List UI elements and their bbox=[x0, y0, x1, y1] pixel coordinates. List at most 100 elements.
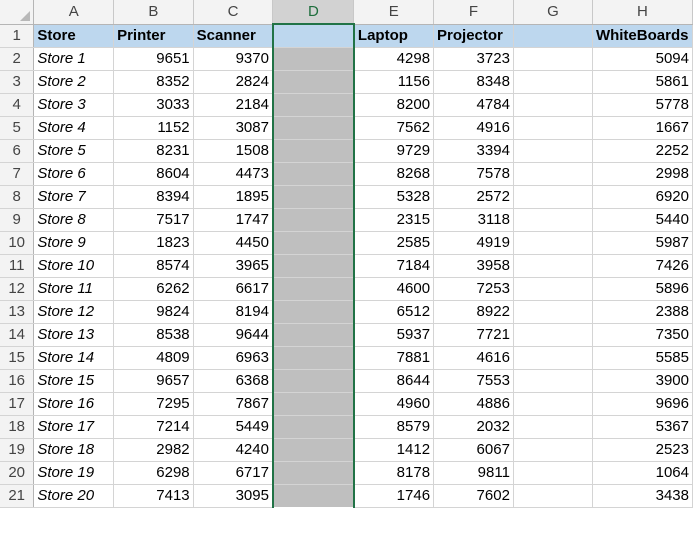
cell-laptop[interactable]: 8268 bbox=[353, 162, 435, 186]
cell-printer[interactable]: 8538 bbox=[113, 323, 194, 347]
cell-whiteboards[interactable]: 5367 bbox=[592, 415, 693, 439]
cell-laptop[interactable]: 6512 bbox=[353, 300, 435, 324]
cell-g[interactable] bbox=[513, 254, 593, 278]
cell-g[interactable] bbox=[513, 139, 593, 163]
cell-scanner[interactable]: 3087 bbox=[193, 116, 274, 140]
cell-laptop[interactable]: 1746 bbox=[353, 484, 435, 508]
cell-laptop[interactable]: 7562 bbox=[353, 116, 435, 140]
cell-whiteboards[interactable]: 5778 bbox=[592, 93, 693, 117]
cell-printer[interactable]: 2982 bbox=[113, 438, 194, 462]
row-header[interactable]: 5 bbox=[0, 116, 35, 140]
header-cell-laptop[interactable]: Laptop bbox=[353, 24, 435, 48]
cell-projector[interactable]: 8922 bbox=[433, 300, 514, 324]
cell-scanner[interactable]: 9370 bbox=[193, 47, 274, 71]
cell-whiteboards[interactable]: 5094 bbox=[592, 47, 693, 71]
cell-g[interactable] bbox=[513, 438, 593, 462]
cell-scanner[interactable]: 9644 bbox=[193, 323, 274, 347]
cell-store[interactable]: Store 3 bbox=[33, 93, 115, 117]
cell-projector[interactable]: 3958 bbox=[433, 254, 514, 278]
cell-store[interactable]: Store 18 bbox=[33, 438, 115, 462]
cell-printer[interactable]: 3033 bbox=[113, 93, 194, 117]
cell-d[interactable] bbox=[271, 277, 355, 301]
cell-store[interactable]: Store 6 bbox=[33, 162, 115, 186]
cell-laptop[interactable]: 4600 bbox=[353, 277, 435, 301]
cell-store[interactable]: Store 11 bbox=[33, 277, 115, 301]
cell-d[interactable] bbox=[271, 93, 355, 117]
cell-projector[interactable]: 3394 bbox=[433, 139, 514, 163]
cell-printer[interactable]: 7517 bbox=[113, 208, 194, 232]
row-header[interactable]: 8 bbox=[0, 185, 35, 209]
cell-g[interactable] bbox=[513, 70, 593, 94]
cell-store[interactable]: Store 7 bbox=[33, 185, 115, 209]
cell-scanner[interactable]: 6617 bbox=[193, 277, 274, 301]
header-cell-store[interactable]: Store bbox=[33, 24, 115, 48]
cell-whiteboards[interactable]: 5440 bbox=[592, 208, 693, 232]
row-header[interactable]: 21 bbox=[0, 484, 35, 508]
cell-projector[interactable]: 4784 bbox=[433, 93, 514, 117]
cell-g[interactable] bbox=[513, 346, 593, 370]
cell-d[interactable] bbox=[271, 346, 355, 370]
cell-printer[interactable]: 8394 bbox=[113, 185, 194, 209]
cell-whiteboards[interactable]: 7350 bbox=[592, 323, 693, 347]
row-header[interactable]: 12 bbox=[0, 277, 35, 301]
cell-laptop[interactable]: 9729 bbox=[353, 139, 435, 163]
cell-scanner[interactable]: 4240 bbox=[193, 438, 274, 462]
row-header[interactable]: 6 bbox=[0, 139, 35, 163]
cell-laptop[interactable]: 7184 bbox=[353, 254, 435, 278]
cell-store[interactable]: Store 5 bbox=[33, 139, 115, 163]
cell-printer[interactable]: 7413 bbox=[113, 484, 194, 508]
row-header[interactable]: 20 bbox=[0, 461, 35, 485]
cell-g[interactable] bbox=[513, 300, 593, 324]
cell-scanner[interactable]: 5449 bbox=[193, 415, 274, 439]
cell-d[interactable] bbox=[271, 116, 355, 140]
cell-d[interactable] bbox=[271, 392, 355, 416]
cell-printer[interactable]: 9824 bbox=[113, 300, 194, 324]
row-header[interactable]: 14 bbox=[0, 323, 35, 347]
cell-laptop[interactable]: 2585 bbox=[353, 231, 435, 255]
cell-g[interactable] bbox=[513, 93, 593, 117]
header-cell-g[interactable] bbox=[513, 24, 593, 48]
column-header-a[interactable]: A bbox=[33, 0, 115, 25]
cell-g[interactable] bbox=[513, 392, 593, 416]
row-header[interactable]: 3 bbox=[0, 70, 35, 94]
cell-scanner[interactable]: 2184 bbox=[193, 93, 274, 117]
cell-whiteboards[interactable]: 9696 bbox=[592, 392, 693, 416]
cell-store[interactable]: Store 2 bbox=[33, 70, 115, 94]
cell-whiteboards[interactable]: 5896 bbox=[592, 277, 693, 301]
cell-d[interactable] bbox=[271, 484, 355, 507]
row-header[interactable]: 10 bbox=[0, 231, 35, 255]
column-header-c[interactable]: C bbox=[193, 0, 274, 25]
cell-projector[interactable]: 2572 bbox=[433, 185, 514, 209]
cell-store[interactable]: Store 4 bbox=[33, 116, 115, 140]
cell-scanner[interactable]: 3095 bbox=[193, 484, 274, 508]
cell-d[interactable] bbox=[271, 162, 355, 186]
cell-scanner[interactable]: 6963 bbox=[193, 346, 274, 370]
column-header-g[interactable]: G bbox=[513, 0, 593, 25]
cell-printer[interactable]: 8352 bbox=[113, 70, 194, 94]
cell-printer[interactable]: 1823 bbox=[113, 231, 194, 255]
cell-store[interactable]: Store 14 bbox=[33, 346, 115, 370]
header-cell-whiteboards[interactable]: WhiteBoards bbox=[592, 24, 693, 48]
cell-whiteboards[interactable]: 5585 bbox=[592, 346, 693, 370]
cell-whiteboards[interactable]: 2252 bbox=[592, 139, 693, 163]
cell-g[interactable] bbox=[513, 461, 593, 485]
cell-whiteboards[interactable]: 6920 bbox=[592, 185, 693, 209]
cell-scanner[interactable]: 1747 bbox=[193, 208, 274, 232]
row-header[interactable]: 2 bbox=[0, 47, 35, 71]
cell-projector[interactable]: 7721 bbox=[433, 323, 514, 347]
cell-store[interactable]: Store 20 bbox=[33, 484, 115, 508]
cell-d[interactable] bbox=[271, 438, 355, 462]
cell-printer[interactable]: 6298 bbox=[113, 461, 194, 485]
cell-store[interactable]: Store 9 bbox=[33, 231, 115, 255]
cell-laptop[interactable]: 5937 bbox=[353, 323, 435, 347]
cell-laptop[interactable]: 1156 bbox=[353, 70, 435, 94]
cell-scanner[interactable]: 7867 bbox=[193, 392, 274, 416]
column-header-f[interactable]: F bbox=[433, 0, 514, 25]
cell-printer[interactable]: 7295 bbox=[113, 392, 194, 416]
row-header[interactable]: 13 bbox=[0, 300, 35, 324]
cell-laptop[interactable]: 4298 bbox=[353, 47, 435, 71]
cell-printer[interactable]: 6262 bbox=[113, 277, 194, 301]
column-header-d[interactable]: D bbox=[272, 0, 355, 25]
cell-g[interactable] bbox=[513, 369, 593, 393]
cell-laptop[interactable]: 2315 bbox=[353, 208, 435, 232]
